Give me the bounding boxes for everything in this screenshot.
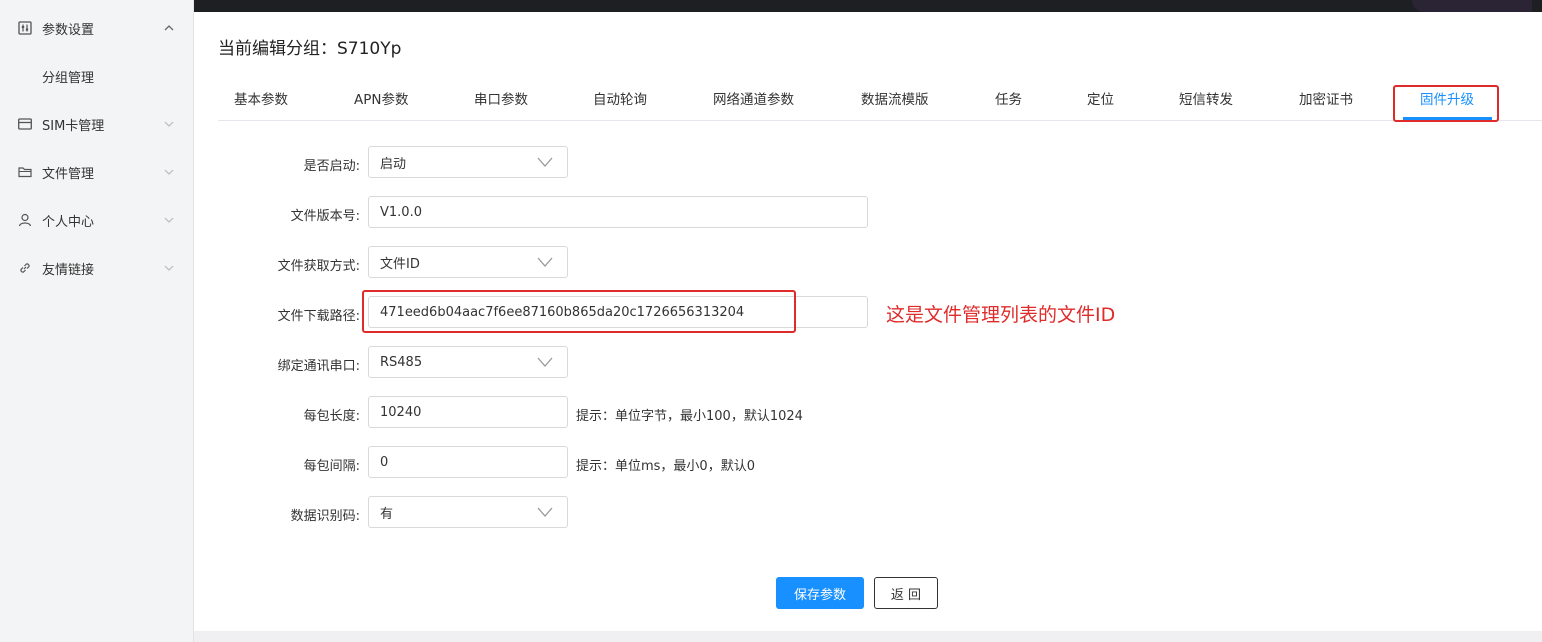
version-label: 文件版本号: — [290, 209, 360, 224]
enable-label: 是否启动: — [303, 159, 360, 174]
chevron-down-icon — [537, 507, 553, 517]
tab-auto-polling[interactable]: 自动轮询 — [593, 84, 647, 120]
chevron-down-icon — [164, 214, 176, 226]
user-icon — [18, 213, 32, 227]
tab-encryption-cert[interactable]: 加密证书 — [1299, 84, 1353, 120]
data-id-code-select[interactable]: 有 — [368, 496, 568, 528]
tab-location[interactable]: 定位 — [1087, 84, 1114, 120]
annotation-text: 这是文件管理列表的文件ID — [886, 304, 1116, 326]
sliders-icon — [18, 21, 32, 35]
sidebar-item-file-management[interactable]: 文件管理 — [0, 148, 193, 196]
packet-length-input[interactable]: 10240 — [368, 396, 568, 428]
link-icon — [18, 261, 32, 275]
sidebar-item-sim-management[interactable]: SIM卡管理 — [0, 100, 193, 148]
chevron-down-icon — [537, 157, 553, 167]
data-id-code-label: 数据识别码: — [290, 509, 360, 524]
tab-network-channel[interactable]: 网络通道参数 — [713, 84, 794, 120]
annotation-highlight-tab — [1393, 85, 1499, 122]
sidebar-item-label: SIM卡管理 — [42, 118, 105, 134]
version-input-value: V1.0.0 — [380, 204, 422, 220]
serial-port-select[interactable]: RS485 — [368, 346, 568, 378]
serial-port-select-value: RS485 — [380, 354, 423, 370]
sidebar-item-label: 参数设置 — [42, 22, 95, 38]
packet-interval-input-value: 0 — [380, 454, 389, 470]
data-id-code-select-value: 有 — [380, 506, 394, 522]
fetch-method-label: 文件获取方式: — [277, 259, 360, 274]
tab-serial-params[interactable]: 串口参数 — [474, 84, 528, 120]
enable-select-value: 启动 — [380, 156, 407, 172]
save-params-button[interactable]: 保存参数 — [776, 577, 864, 609]
folder-icon — [18, 165, 32, 179]
back-button[interactable]: 返 回 — [874, 577, 938, 609]
chevron-down-icon — [537, 257, 553, 267]
packet-interval-label: 每包间隔: — [303, 459, 360, 474]
tab-apn-params[interactable]: APN参数 — [354, 84, 408, 120]
chevron-up-icon — [164, 22, 176, 34]
download-path-label: 文件下载路径: — [277, 309, 360, 324]
card-icon — [18, 117, 32, 131]
packet-interval-input[interactable]: 0 — [368, 446, 568, 478]
sidebar-item-label: 文件管理 — [42, 166, 95, 182]
annotation-highlight-path — [362, 290, 796, 333]
chevron-down-icon — [164, 262, 176, 274]
sidebar-item-friendly-links[interactable]: 友情链接 — [0, 244, 193, 292]
chevron-down-icon — [164, 166, 176, 178]
tab-sms-forward[interactable]: 短信转发 — [1179, 84, 1233, 120]
version-input[interactable]: V1.0.0 — [368, 196, 868, 228]
packet-length-input-value: 10240 — [380, 404, 422, 420]
tab-basic-params[interactable]: 基本参数 — [234, 84, 288, 120]
page-title: 当前编辑分组：S710Yp — [218, 39, 402, 59]
packet-length-label: 每包长度: — [303, 409, 360, 424]
packet-interval-hint: 提示：单位ms，最小0，默认0 — [576, 459, 755, 474]
fetch-method-select[interactable]: 文件ID — [368, 246, 568, 278]
enable-select[interactable]: 启动 — [368, 146, 568, 178]
top-header-bar — [194, 0, 1542, 12]
sidebar-item-personal-center[interactable]: 个人中心 — [0, 196, 193, 244]
header-decoration — [1412, 0, 1532, 12]
fetch-method-select-value: 文件ID — [380, 256, 420, 272]
tab-data-stream-template[interactable]: 数据流模版 — [861, 84, 929, 120]
sidebar: 参数设置 分组管理 SIM卡管理 文件管理 个人中心 友情链接 — [0, 0, 194, 642]
chevron-down-icon — [537, 357, 553, 367]
packet-length-hint: 提示：单位字节，最小100，默认1024 — [576, 409, 803, 424]
serial-port-label: 绑定通讯串口: — [277, 359, 360, 374]
chevron-down-icon — [164, 118, 176, 130]
sidebar-item-label: 个人中心 — [42, 214, 95, 230]
tab-bar: 基本参数 APN参数 串口参数 自动轮询 网络通道参数 数据流模版 任务 定位 … — [218, 84, 1542, 121]
bottom-strip — [194, 631, 1542, 642]
sidebar-item-label: 分组管理 — [42, 70, 95, 86]
sidebar-item-label: 友情链接 — [42, 262, 95, 278]
sidebar-item-param-settings[interactable]: 参数设置 — [0, 4, 193, 52]
tab-tasks[interactable]: 任务 — [995, 84, 1022, 120]
sidebar-item-group-management[interactable]: 分组管理 — [0, 52, 193, 100]
